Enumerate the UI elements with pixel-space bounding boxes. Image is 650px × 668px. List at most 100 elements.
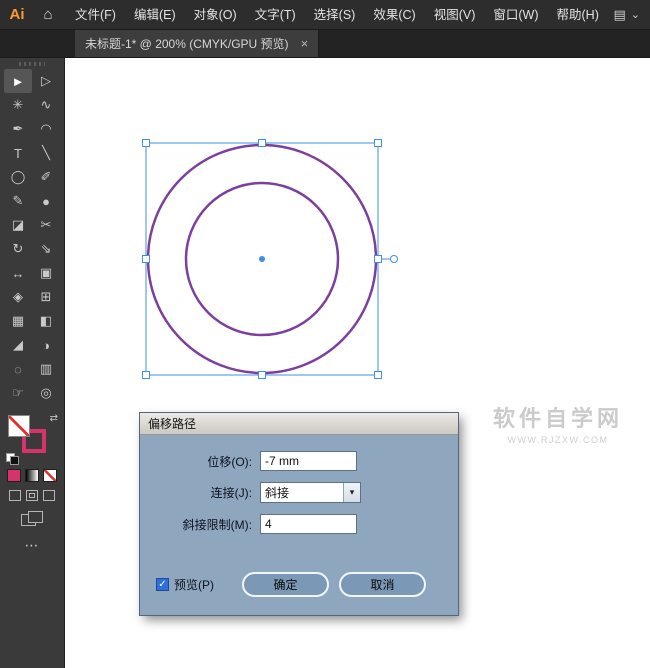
magic-wand-tool[interactable]: ✳ (4, 93, 32, 117)
menu-item-view[interactable]: 视图(V) (425, 0, 485, 30)
canvas[interactable]: 软件自学网 WWW.RJZXW.COM 偏移路径 位移(O): 连接(J): 斜… (65, 58, 650, 668)
handle-middle-left[interactable] (143, 256, 150, 263)
pen-tool[interactable]: ✒ (4, 117, 32, 141)
draw-behind-icon[interactable] (26, 490, 38, 501)
menubar-right: ▤ ⌄ (613, 7, 650, 23)
offset-path-dialog: 偏移路径 位移(O): 连接(J): 斜接 ▾ 斜接限制(M): (140, 413, 458, 615)
tools-panel: ►▷✳∿✒◠T╲◯✐✎●◪✂↻⇘↔▣◈⊞▦◧◢◑◌▥☞◎ ⇄ ⋯ (0, 58, 65, 668)
tool-grid: ►▷✳∿✒◠T╲◯✐✎●◪✂↻⇘↔▣◈⊞▦◧◢◑◌▥☞◎ (4, 69, 60, 405)
menu-bar: Ai ⌂ 文件(F)编辑(E)对象(O)文字(T)选择(S)效果(C)视图(V)… (0, 0, 650, 30)
line-segment-tool[interactable]: ╲ (32, 141, 60, 165)
ellipse-tool[interactable]: ◯ (4, 165, 32, 189)
swap-fill-stroke-icon[interactable]: ⇄ (50, 413, 58, 424)
dialog-body: 位移(O): 连接(J): 斜接 ▾ 斜接限制(M): ✓ 预览(P) (140, 435, 458, 615)
drawing-modes-row (9, 490, 55, 501)
joins-dropdown-value: 斜接 (261, 483, 343, 502)
dialog-title: 偏移路径 (148, 415, 196, 432)
preview-checkbox[interactable]: ✓ (156, 578, 169, 591)
selection-tool[interactable]: ► (4, 69, 32, 93)
screen-mode-icon[interactable] (21, 511, 43, 527)
home-icon[interactable]: ⌂ (34, 6, 62, 23)
offset-input[interactable] (260, 451, 357, 471)
eyedropper-tool[interactable]: ◢ (4, 333, 32, 357)
scissors-tool[interactable]: ✂ (32, 213, 60, 237)
draw-normal-icon[interactable] (9, 490, 21, 501)
lasso-tool[interactable]: ∿ (32, 93, 60, 117)
default-fill-stroke-icon[interactable] (6, 453, 18, 463)
ok-button[interactable]: 确定 (242, 572, 329, 597)
document-tab-label: 未标题-1* @ 200% (CMYK/GPU 预览) (85, 35, 289, 52)
gradient-button[interactable] (25, 469, 39, 482)
workspace-switcher-icon[interactable]: ▤ (613, 7, 625, 23)
menu-item-edit[interactable]: 编辑(E) (125, 0, 185, 30)
blob-brush-tool[interactable]: ● (32, 189, 60, 213)
none-button[interactable] (43, 469, 57, 482)
chevron-down-icon[interactable]: ⌄ (631, 8, 640, 21)
dropdown-arrow-icon[interactable]: ▾ (343, 483, 360, 502)
edit-toolbar-icon[interactable]: ⋯ (25, 537, 40, 554)
mesh-tool[interactable]: ▦ (4, 309, 32, 333)
color-type-row (7, 469, 57, 482)
joins-field-row: 连接(J): 斜接 ▾ (156, 482, 442, 503)
watermark: 软件自学网 WWW.RJZXW.COM (493, 401, 623, 445)
offset-label: 位移(O): (156, 453, 252, 470)
fill-color-swatch[interactable] (8, 415, 30, 437)
dialog-title-bar[interactable]: 偏移路径 (140, 413, 458, 435)
direct-selection-tool[interactable]: ▷ (32, 69, 60, 93)
paintbrush-tool[interactable]: ✐ (32, 165, 60, 189)
hand-tool[interactable]: ☞ (4, 381, 32, 405)
cancel-button[interactable]: 取消 (339, 572, 426, 597)
menu-item-help[interactable]: 帮助(H) (548, 0, 608, 30)
color-controls: ⇄ (4, 411, 60, 465)
eraser-tool[interactable]: ◪ (4, 213, 32, 237)
panel-grip[interactable] (19, 62, 45, 66)
gradient-tool[interactable]: ◧ (32, 309, 60, 333)
menu-item-select[interactable]: 选择(S) (305, 0, 365, 30)
joins-dropdown[interactable]: 斜接 ▾ (260, 482, 361, 503)
dialog-bottom-row: ✓ 预览(P) 确定 取消 (156, 572, 442, 597)
column-graph-tool[interactable]: ▥ (32, 357, 60, 381)
scale-tool[interactable]: ⇘ (32, 237, 60, 261)
shape-builder-tool[interactable]: ◈ (4, 285, 32, 309)
zoom-tool[interactable]: ◎ (32, 381, 60, 405)
blend-tool[interactable]: ◑ (32, 333, 60, 357)
center-anchor-point[interactable] (259, 256, 265, 262)
rotate-tool[interactable]: ↻ (4, 237, 32, 261)
document-tab-bar: 未标题-1* @ 200% (CMYK/GPU 预览) × (0, 30, 650, 58)
miter-field-row: 斜接限制(M): (156, 514, 442, 534)
offset-field-row: 位移(O): (156, 451, 442, 471)
menu-item-file[interactable]: 文件(F) (66, 0, 125, 30)
joins-label: 连接(J): (156, 484, 252, 501)
handle-top-left[interactable] (143, 140, 150, 147)
watermark-title: 软件自学网 (493, 401, 623, 433)
handle-bottom-right[interactable] (375, 372, 382, 379)
symbol-sprayer-tool[interactable]: ◌ (4, 357, 32, 381)
width-tool[interactable]: ↔ (4, 261, 32, 285)
main-area: ►▷✳∿✒◠T╲◯✐✎●◪✂↻⇘↔▣◈⊞▦◧◢◑◌▥☞◎ ⇄ ⋯ (0, 58, 650, 668)
handle-top-right[interactable] (375, 140, 382, 147)
type-tool[interactable]: T (4, 141, 32, 165)
menu-items: 文件(F)编辑(E)对象(O)文字(T)选择(S)效果(C)视图(V)窗口(W)… (66, 0, 608, 29)
handle-middle-right[interactable] (375, 256, 382, 263)
menu-item-object[interactable]: 对象(O) (185, 0, 246, 30)
handle-top-center[interactable] (259, 140, 266, 147)
draw-inside-icon[interactable] (43, 490, 55, 501)
pencil-tool[interactable]: ✎ (4, 189, 32, 213)
perspective-grid-tool[interactable]: ⊞ (32, 285, 60, 309)
free-transform-tool[interactable]: ▣ (32, 261, 60, 285)
preview-label: 预览(P) (174, 576, 214, 593)
menu-item-effect[interactable]: 效果(C) (364, 0, 424, 30)
curvature-tool[interactable]: ◠ (32, 117, 60, 141)
menu-item-window[interactable]: 窗口(W) (484, 0, 547, 30)
miter-limit-input[interactable] (260, 514, 357, 534)
tab-close-icon[interactable]: × (301, 36, 309, 51)
app-logo[interactable]: Ai (0, 6, 34, 23)
menu-item-type[interactable]: 文字(T) (246, 0, 305, 30)
side-widget-handle[interactable] (391, 256, 398, 263)
handle-bottom-center[interactable] (259, 372, 266, 379)
handle-bottom-left[interactable] (143, 372, 150, 379)
document-tab[interactable]: 未标题-1* @ 200% (CMYK/GPU 预览) × (75, 30, 319, 57)
watermark-url: WWW.RJZXW.COM (493, 435, 623, 445)
color-button[interactable] (7, 469, 21, 482)
miter-limit-label: 斜接限制(M): (156, 516, 252, 533)
